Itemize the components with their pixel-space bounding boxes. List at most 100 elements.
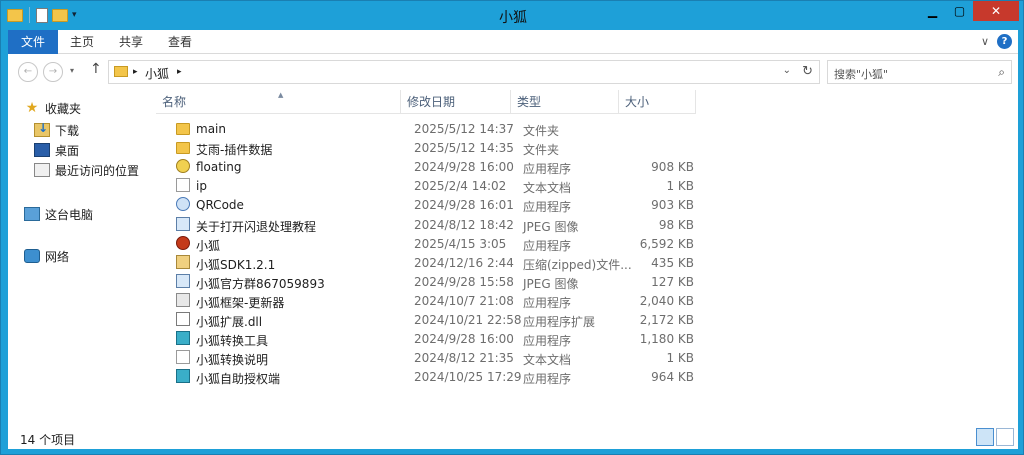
file-row[interactable]: 小狐转换说明 2024/8/12 21:35 文本文档 1 KB <box>156 349 696 368</box>
search-icon[interactable]: ⌕ <box>998 65 1005 80</box>
file-row[interactable]: main 2025/5/12 14:37 文件夹 <box>156 120 696 139</box>
file-row[interactable]: 小狐SDK1.2.1 2024/12/16 2:44 压缩(zipped)文件...… <box>156 254 696 273</box>
file-date: 2024/8/12 18:42 <box>414 217 514 232</box>
text-file-icon <box>176 178 190 193</box>
file-type: 应用程序 <box>523 200 572 215</box>
file-type: 应用程序扩展 <box>523 315 596 329</box>
refresh-icon[interactable]: ↻ <box>802 64 813 79</box>
window-body: 文件 主页 共享 查看 ∨ ? ← → ▾ ↑ ▸ 小狐 ▸ ⌄ ↻ 搜索"小狐… <box>8 30 1018 449</box>
file-name: 小狐扩展.dll <box>196 315 263 329</box>
file-row[interactable]: 艾雨-插件数据 2025/5/12 14:35 文件夹 <box>156 139 696 158</box>
file-size: 908 KB <box>651 160 694 175</box>
column-header-name[interactable]: 名称 ▲ <box>156 90 401 114</box>
file-row[interactable]: 关于打开闪退处理教程 2024/8/12 18:42 JPEG 图像 98 KB <box>156 216 696 235</box>
file-name: ip <box>196 179 207 194</box>
app-icon <box>176 292 190 307</box>
file-size: 903 KB <box>651 198 694 213</box>
close-button[interactable]: ✕ <box>973 1 1019 21</box>
file-name: 小狐框架-更新器 <box>196 295 285 310</box>
navigation-pane: ★ 收藏夹 下载 桌面 最近访问的位置 这台电脑 网络 <box>8 92 153 422</box>
desktop-icon <box>34 143 50 157</box>
nav-item-label: 下载 <box>55 123 80 138</box>
file-type: 文件夹 <box>523 124 560 138</box>
nav-item-downloads[interactable]: 下载 <box>34 120 79 140</box>
file-name: 小狐转换说明 <box>196 353 269 368</box>
file-row[interactable]: 小狐框架-更新器 2024/10/7 21:08 应用程序 2,040 KB <box>156 292 696 311</box>
ribbon-controls: ∨ ? <box>981 34 1012 49</box>
up-button[interactable]: ↑ <box>90 61 102 77</box>
sort-ascending-icon: ▲ <box>278 91 284 99</box>
file-row[interactable]: 小狐扩展.dll 2024/10/21 22:58 应用程序扩展 2,172 KB <box>156 311 696 330</box>
view-switcher <box>976 428 1014 446</box>
forward-button[interactable]: → <box>43 62 63 82</box>
file-date: 2025/5/12 14:35 <box>414 141 514 156</box>
file-row[interactable]: 小狐自助授权端 2024/10/25 17:29 应用程序 964 KB <box>156 368 696 387</box>
tab-share[interactable]: 共享 <box>119 30 143 54</box>
nav-item-recent-places[interactable]: 最近访问的位置 <box>34 160 139 180</box>
large-icons-view-icon[interactable] <box>996 428 1014 446</box>
column-label: 修改日期 <box>407 95 456 109</box>
file-type: 压缩(zipped)文件... <box>523 257 632 272</box>
computer-icon <box>24 207 40 221</box>
nav-item-favorites[interactable]: ★ 收藏夹 <box>24 98 81 118</box>
tab-home[interactable]: 主页 <box>70 30 94 54</box>
file-size: 435 KB <box>651 255 694 270</box>
file-name: 艾雨-插件数据 <box>196 143 273 158</box>
file-type: 应用程序 <box>523 238 572 253</box>
recent-locations-icon[interactable]: ▾ <box>70 66 74 75</box>
help-icon[interactable]: ? <box>997 34 1012 49</box>
ribbon-tabs: 文件 主页 共享 查看 ∨ ? <box>8 30 1018 54</box>
file-type: 文本文档 <box>523 181 572 196</box>
file-row[interactable]: floating 2024/9/28 16:00 应用程序 908 KB <box>156 158 696 177</box>
file-date: 2024/9/28 16:00 <box>414 160 514 175</box>
column-header-type[interactable]: 类型 <box>511 90 619 114</box>
file-row[interactable]: 小狐 2025/4/15 3:05 应用程序 6,592 KB <box>156 235 696 254</box>
search-placeholder: 搜索"小狐" <box>834 68 889 81</box>
nav-item-label: 最近访问的位置 <box>55 163 140 178</box>
details-view-icon[interactable] <box>976 428 994 446</box>
file-date: 2024/12/16 2:44 <box>414 255 514 270</box>
file-size: 2,040 KB <box>639 293 694 308</box>
address-bar[interactable]: ▸ 小狐 ▸ ⌄ ↻ <box>108 60 820 84</box>
file-date: 2024/10/25 17:29 <box>414 370 522 385</box>
expand-ribbon-icon[interactable]: ∨ <box>981 35 989 48</box>
file-row[interactable]: 小狐官方群867059893 2024/9/28 15:58 JPEG 图像 127 … <box>156 273 696 292</box>
breadcrumb-separator[interactable]: ▸ <box>133 67 138 77</box>
nav-item-network[interactable]: 网络 <box>24 246 69 266</box>
file-type: 文本文档 <box>523 353 572 368</box>
file-type: 文件夹 <box>523 143 560 158</box>
maximize-button[interactable]: ▢ <box>946 1 973 21</box>
column-header-size[interactable]: 大小 <box>619 90 696 114</box>
file-type: 应用程序 <box>523 295 572 310</box>
address-row: ← → ▾ ↑ ▸ 小狐 ▸ ⌄ ↻ 搜索"小狐" ⌕ <box>8 60 1018 84</box>
file-size: 1 KB <box>666 179 694 194</box>
file-name: QRCode <box>196 198 244 213</box>
search-input[interactable]: 搜索"小狐" ⌕ <box>827 60 1012 84</box>
window-title: 小狐 <box>499 10 527 26</box>
folder-icon <box>114 66 128 77</box>
file-row[interactable]: QRCode 2024/9/28 16:01 应用程序 903 KB <box>156 196 696 215</box>
fox-app-icon <box>176 235 190 250</box>
file-row[interactable]: 小狐转换工具 2024/9/28 16:00 应用程序 1,180 KB <box>156 330 696 349</box>
file-date: 2024/9/28 16:01 <box>414 198 514 213</box>
file-type: JPEG 图像 <box>523 276 579 291</box>
file-row[interactable]: ip 2025/2/4 14:02 文本文档 1 KB <box>156 177 696 196</box>
back-button[interactable]: ← <box>18 62 38 82</box>
tab-view[interactable]: 查看 <box>168 30 192 54</box>
downloads-icon <box>34 121 50 137</box>
file-date: 2024/10/21 22:58 <box>414 313 522 327</box>
breadcrumb-current[interactable]: 小狐 <box>145 65 169 82</box>
nav-item-this-pc[interactable]: 这台电脑 <box>24 204 93 224</box>
app-icon <box>176 159 190 174</box>
address-dropdown-icon[interactable]: ⌄ <box>783 65 791 76</box>
file-date: 2024/9/28 15:58 <box>414 274 514 289</box>
column-label: 类型 <box>517 95 542 109</box>
nav-item-desktop[interactable]: 桌面 <box>34 140 79 160</box>
column-header-date[interactable]: 修改日期 <box>401 90 511 114</box>
file-size: 964 KB <box>651 370 694 385</box>
file-name: 小狐转换工具 <box>196 334 269 349</box>
nav-item-label: 这台电脑 <box>45 207 94 222</box>
breadcrumb-separator[interactable]: ▸ <box>177 67 182 77</box>
tab-file[interactable]: 文件 <box>8 30 58 54</box>
minimize-button[interactable]: ▁ <box>919 1 946 21</box>
